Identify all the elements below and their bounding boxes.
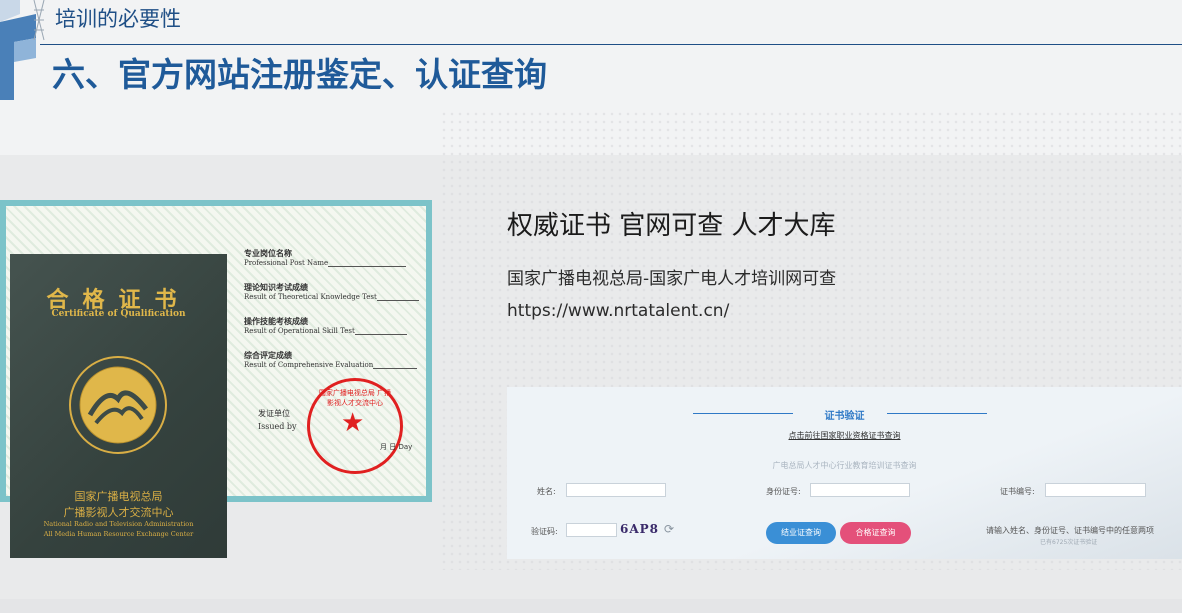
cover-org-line-2: 广播影视人才交流中心	[63, 506, 174, 519]
captcha-label: 验证码:	[531, 527, 558, 536]
website-url[interactable]: https://www.nrtatalent.cn/	[507, 301, 729, 321]
cover-org-line-1: 国家广播电视总局	[74, 490, 163, 503]
field-label-cn: 专业岗位名称	[244, 248, 292, 258]
field-label-en: Result of Operational Skill Test	[244, 327, 407, 335]
verify-note: 广电总局人才中心行业教育培训证书查询	[772, 461, 917, 470]
name-input[interactable]	[566, 483, 666, 497]
issue-date: 月 日 Day	[380, 443, 413, 451]
seal-text: 国家广播电视总局 广播影视人才交流中心	[318, 389, 392, 407]
seal-star-icon: ★	[341, 408, 365, 438]
cert-number-input[interactable]	[1045, 483, 1146, 497]
input-hint: 请输入姓名、身份证号、证书编号中的任意两项	[986, 526, 1154, 535]
id-number-label: 身份证号:	[766, 487, 801, 496]
slogan-heading: 权威证书 官网可查 人才大库	[507, 211, 836, 241]
cert-number-label: 证书编号:	[1000, 487, 1035, 496]
footer-band	[0, 599, 1182, 613]
issuer-label-en: Issued by	[258, 422, 297, 431]
id-number-input[interactable]	[810, 483, 910, 497]
refresh-icon[interactable]: ⟳	[664, 522, 674, 536]
page-title: 六、官方网站注册鉴定、认证查询	[52, 55, 547, 94]
cover-subtitle: Certificate of Qualification	[51, 309, 186, 319]
field-label-en: Result of Theoretical Knowledge Test	[244, 293, 419, 301]
captcha-image: 6AP8	[620, 522, 660, 536]
header-divider	[40, 44, 1182, 45]
cover-org-en-line-1: National Radio and Television Administra…	[43, 520, 194, 528]
name-label: 姓名:	[537, 487, 556, 496]
verify-count: 已有6725次证书验证	[1040, 539, 1098, 546]
emblem-icon	[69, 356, 167, 454]
field-label-cn: 理论知识考试成绩	[244, 282, 308, 292]
certificate-verify-panel: 证书验证 点击前往国家职业资格证书查询 广电总局人才中心行业教育培训证书查询 姓…	[507, 387, 1182, 559]
national-cert-link[interactable]: 点击前往国家职业资格证书查询	[507, 430, 1182, 441]
cover-org-en-line-2: All Media Human Resource Exchange Center	[43, 530, 194, 538]
field-label-cn: 操作技能考核成绩	[244, 316, 308, 326]
verify-heading: 证书验证	[824, 411, 865, 422]
captcha-input[interactable]	[566, 523, 617, 537]
issuer-label-cn: 发证单位	[258, 409, 290, 418]
qualification-cert-query-button[interactable]: 合格证查询	[840, 522, 911, 544]
completion-cert-query-button[interactable]: 结业证查询	[766, 522, 836, 544]
tower-logo-icon	[0, 0, 45, 100]
field-label-en: Result of Comprehensive Evaluation	[244, 361, 418, 369]
section-subtitle: 培训的必要性	[55, 7, 181, 31]
field-label-en: Professional Post Name	[244, 259, 407, 267]
description-text: 国家广播电视总局-国家广电人才培训网可查	[507, 269, 837, 289]
field-label-cn: 综合评定成绩	[244, 350, 292, 360]
